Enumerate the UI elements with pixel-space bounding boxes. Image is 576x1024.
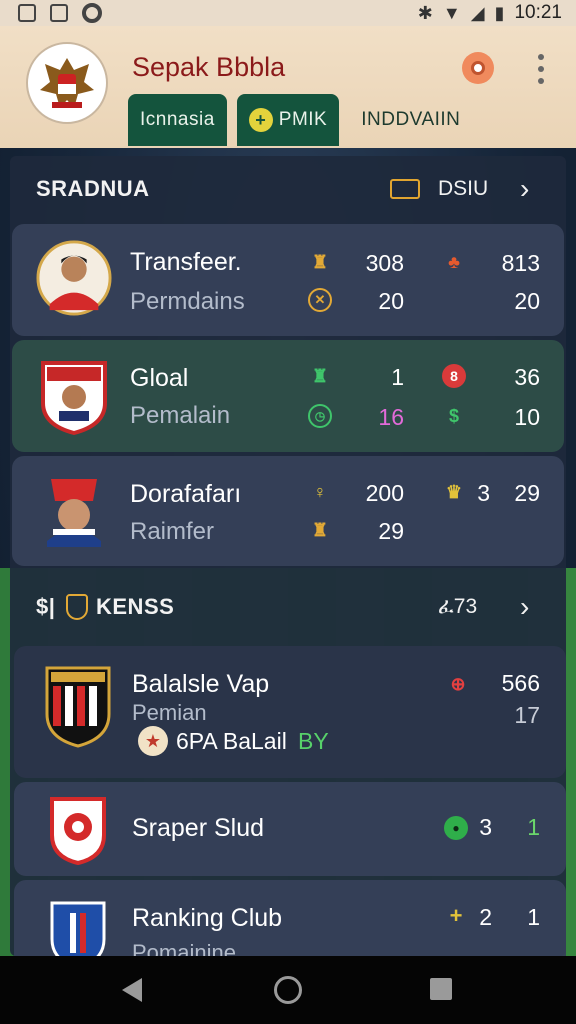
player-card[interactable]: Dorafafarı Raimfer ♀ 200 ♛ 3 29 ♜ 29 [12,456,564,566]
flag-icon: ♣ [448,251,460,272]
player-sub: Raimfer [130,518,215,545]
tab-label: Icnnasia [140,109,215,130]
stat-value: 29 [514,480,540,506]
camera-icon [471,61,485,75]
club-name: Ranking Club [132,904,283,932]
camera-button[interactable] [462,52,494,84]
club-name: Balalsle Vap [132,670,270,698]
section-aux-label: ፈ73 [438,595,478,618]
club-extra: 6PA BaLail [176,728,287,754]
tab-label: INDDVAIIN [361,109,461,130]
section-header-rankings[interactable]: $| KENSS ፈ73 › [0,572,576,642]
stat-value: 813 [501,250,540,276]
stat-value: 1 [527,904,540,930]
stat-value: 36 [514,364,540,390]
section-prefix: $| [36,594,56,619]
system-nav-bar [0,956,576,1024]
tab-bar: Icnnasia + PMIK INDDVAIIN [128,94,472,146]
stat-value: 200 [365,480,404,506]
recents-icon[interactable] [430,978,452,1000]
player-sub: Pemalain [130,402,231,429]
club-card[interactable]: Sraper Slud ● 3 1 [14,782,566,876]
player-avatar [36,472,112,548]
section-aux-label: DSIU [438,177,489,200]
club-sub: Pemian [132,700,207,725]
home-icon[interactable] [274,976,302,1004]
section-title: KENSS [96,594,175,619]
tv-icon [390,179,420,199]
chevron-right-icon: › [520,591,530,622]
stat-value: 566 [501,670,540,696]
signal-icon: ◢ [470,2,485,23]
stat-value: 17 [514,702,540,728]
battery-icon: ▮ [494,2,505,23]
club-badge-icon [40,896,116,956]
club-card[interactable]: Ranking Club Pomainine + 2 1 [14,880,566,956]
stat-value: 1 [391,364,404,390]
stat-value: 1 [527,814,540,840]
app-header: Sepak Bbbla Icnnasia + PMIK INDDVAIIN [0,26,576,148]
crown-icon: ♛ [445,481,463,502]
shirt-icon: ♜ [311,365,329,386]
shield-icon [66,594,88,620]
player-avatar [36,240,112,316]
gallery-icon [18,4,36,22]
player-card[interactable]: Gloal Pemalain ♜ 1 8 36 ◷ 16 $ 10 [12,340,564,452]
target-icon: ⊕ [450,673,466,694]
club-badge-icon [40,666,116,748]
player-card[interactable]: Transfeer. Permdains ♜ 308 ♣ 813 ✕ 20 20 [12,224,564,336]
main-content: SRADNUA DSIU › Transfeer. Permdains ♜ 30… [0,148,576,956]
clock: 10:21 [514,2,562,23]
trophy-icon: ♜ [311,251,329,272]
more-options-button[interactable] [534,54,548,84]
player-sub: Permdains [130,288,245,315]
status-bar: ✱ ▼ ◢ ▮ 10:21 [0,0,576,26]
tab-indonesia[interactable]: Icnnasia [128,94,227,146]
image-icon [50,4,68,22]
club-badge-icon [36,358,112,435]
shirt-icon: ♜ [311,519,329,540]
chevron-right-icon: › [520,173,530,204]
stat-value: 3 [477,480,490,506]
player-name: Gloal [130,364,189,392]
tab-pmik[interactable]: + PMIK [236,94,340,146]
club-name: Sraper Slud [132,814,265,842]
player-name: Transfeer. [130,248,242,276]
dollar-icon: $ [448,405,459,426]
wifi-icon: ▼ [442,2,461,23]
stat-value: 16 [378,404,404,430]
stat-value: 308 [365,250,404,276]
club-badge-icon [40,792,116,868]
clock-icon: ◷ [308,404,332,428]
plus-icon: + [449,903,463,928]
section-title: SRADNUA [36,176,150,201]
section-header-standings[interactable]: SRADNUA DSIU › [0,154,576,224]
stat-value: 20 [514,288,540,314]
club-extra-tag: BY [298,728,329,754]
stat-value: 29 [378,518,404,544]
soccer-ball-icon: ● [444,816,468,840]
ball-icon: + [248,108,273,132]
stat-value: 10 [514,404,540,430]
club-sub: Pomainine [132,940,236,956]
player-name: Dorafafarı [130,480,242,508]
tab-label: PMIK [278,109,328,130]
garuda-logo-icon [26,42,108,124]
tab-indonesian[interactable]: INDDVAIIN [349,94,472,146]
whistle-icon: ✕ [308,288,332,312]
key-icon: ♀ [313,481,327,502]
star-badge-icon: ★ [138,726,168,756]
goal-count-icon: 8 [442,364,466,388]
bluetooth-icon: ✱ [417,2,433,23]
stat-value: 3 [479,814,492,840]
sync-icon [82,3,102,23]
stat-value: 2 [479,904,492,930]
back-icon[interactable] [122,978,142,1002]
club-card[interactable]: Balalsle Vap Pemian ★ 6PA BaLail BY ⊕ 56… [14,646,566,778]
stat-value: 20 [378,288,404,314]
app-title: Sepak Bbbla [132,52,286,82]
